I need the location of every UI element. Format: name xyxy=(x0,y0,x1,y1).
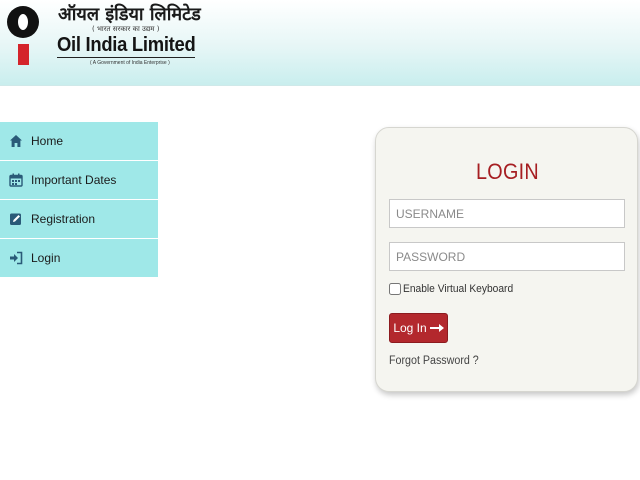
sign-in-icon xyxy=(9,251,23,265)
brand-tagline-hindi: ( भारत सरकार का उद्यम ) xyxy=(92,25,160,33)
oil-drop-logo-icon[interactable] xyxy=(4,4,44,66)
virtual-keyboard-option[interactable]: Enable Virtual Keyboard xyxy=(389,283,521,295)
login-title: LOGIN xyxy=(476,159,539,184)
sidebar-item-label: Home xyxy=(31,134,64,148)
username-input[interactable] xyxy=(389,199,625,228)
login-card: LOGIN Enable Virtual Keyboard Log In For… xyxy=(375,127,638,392)
sidebar-item-label: Login xyxy=(31,251,61,265)
virtual-keyboard-checkbox[interactable] xyxy=(389,283,401,295)
login-button-label: Log In xyxy=(393,321,427,335)
sidebar-item-registration[interactable]: Registration xyxy=(0,200,158,239)
brand-name-hindi: ऑयल इंडिया लिमिटेड xyxy=(58,4,201,25)
home-icon xyxy=(9,134,23,148)
header: ऑयल इंडिया लिमिटेड ( भारत सरकार का उद्यम… xyxy=(0,0,640,86)
calendar-icon xyxy=(9,173,23,187)
password-input[interactable] xyxy=(389,242,625,271)
login-button[interactable]: Log In xyxy=(389,313,448,343)
forgot-password-link[interactable]: Forgot Password ? xyxy=(389,355,479,367)
sidebar-nav: Home Important Dates Registration Login xyxy=(0,122,158,278)
edit-icon xyxy=(9,212,23,226)
virtual-keyboard-label: Enable Virtual Keyboard xyxy=(403,283,514,295)
brand-name-english: Oil India Limited xyxy=(57,34,196,58)
sidebar-item-label: Important Dates xyxy=(31,173,117,187)
sidebar-item-login[interactable]: Login xyxy=(0,239,158,278)
sidebar-item-home[interactable]: Home xyxy=(0,122,158,161)
brand-subtitle: ( A Government of India Enterprise ) xyxy=(90,60,170,66)
arrow-right-icon xyxy=(429,324,444,332)
sidebar-item-important-dates[interactable]: Important Dates xyxy=(0,161,158,200)
sidebar-item-label: Registration xyxy=(31,212,96,226)
